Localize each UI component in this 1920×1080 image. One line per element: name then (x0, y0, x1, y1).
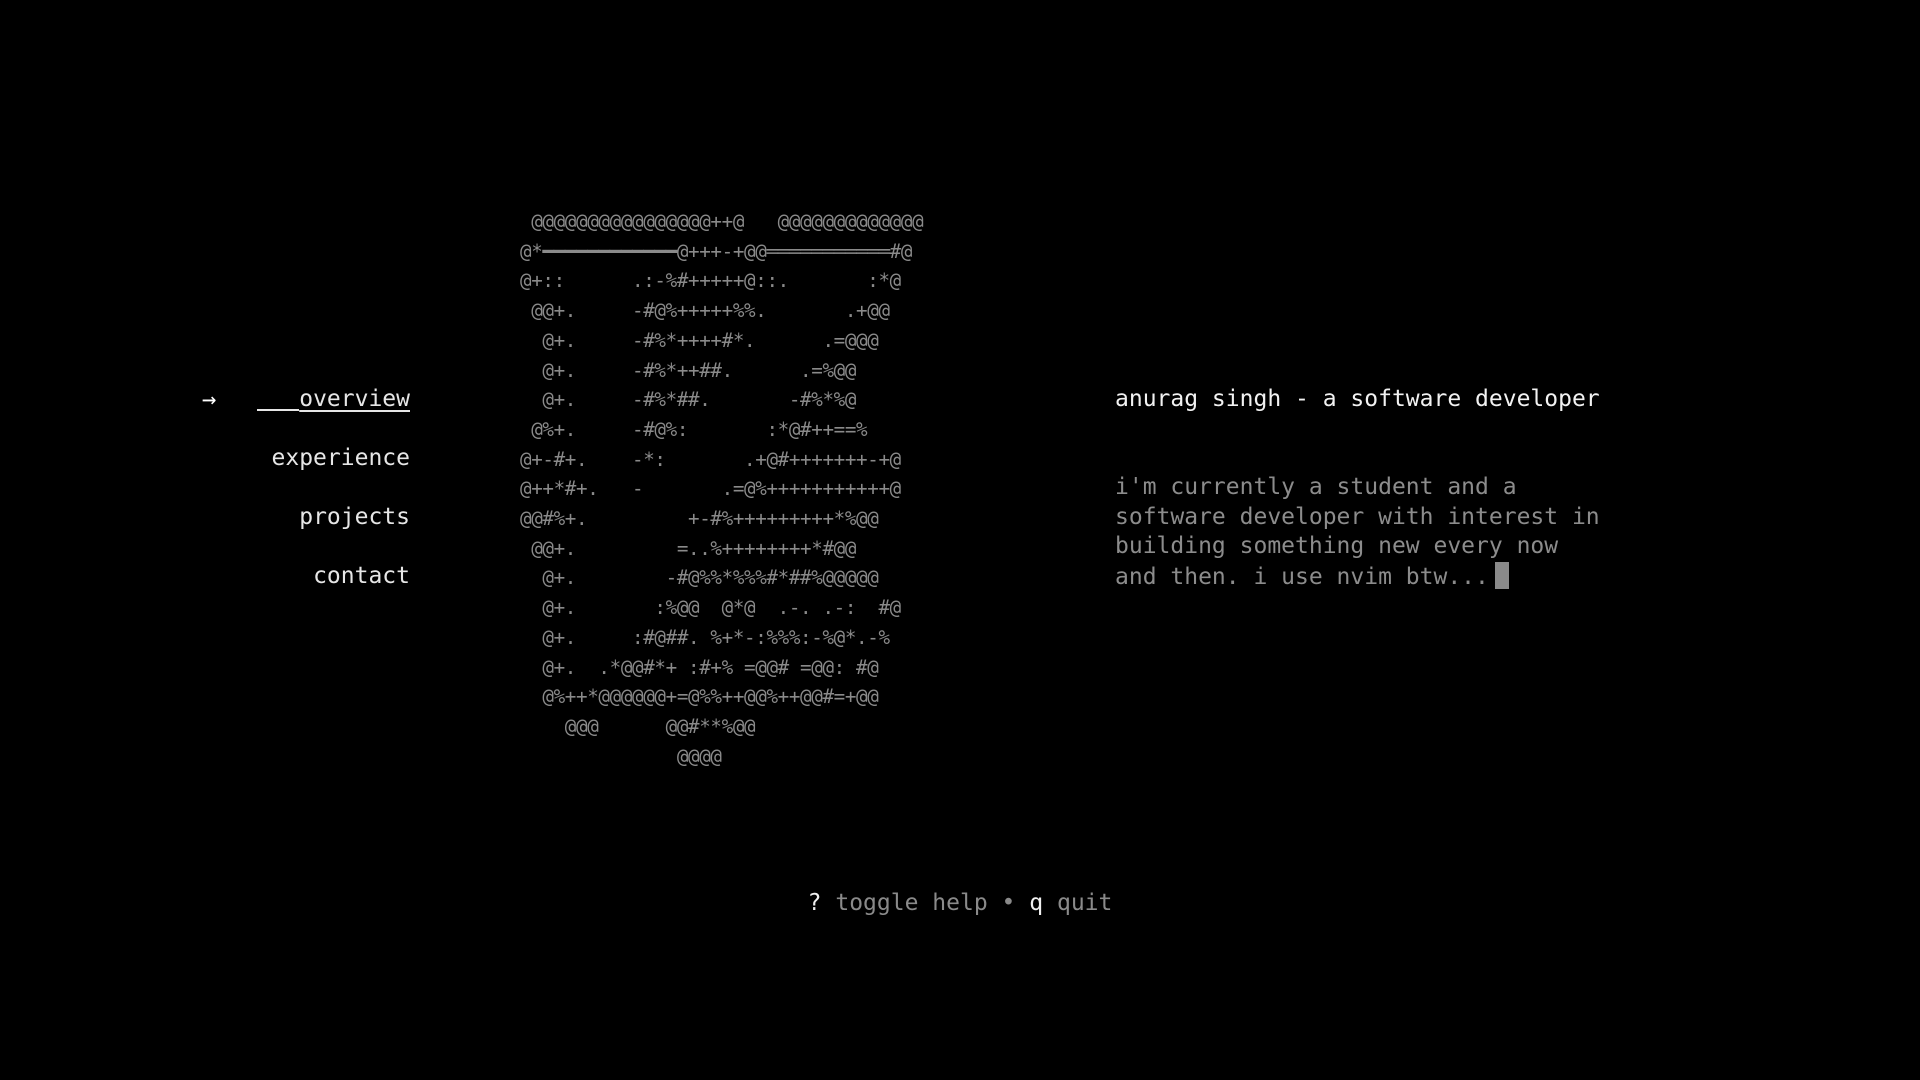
help-separator: • (1001, 890, 1016, 916)
help-bar: ? toggle help • q quit (0, 888, 1920, 918)
help-desc-toggle: toggle help (835, 890, 988, 916)
terminal-screen: → overview experience projects contact @… (0, 0, 1920, 1080)
selection-arrow-icon: → (202, 385, 217, 413)
nav-item-label: overview (257, 386, 410, 412)
about-text-body: i'm currently a student and a software d… (1115, 474, 1600, 590)
ascii-art-portrait: @@@@@@@@@@@@@@@@++@ @@@@@@@@@@@@@ @*━━━━… (520, 210, 924, 768)
underline-lead (257, 409, 300, 411)
nav-item-label: projects (299, 504, 410, 530)
nav-item-overview[interactable]: → overview (190, 370, 410, 429)
about-text: i'm currently a student and a software d… (1115, 473, 1655, 592)
help-key-quit[interactable]: q (1029, 890, 1043, 916)
nav-item-projects[interactable]: projects (190, 488, 410, 547)
nav-item-experience[interactable]: experience (190, 429, 410, 488)
overview-panel: anurag singh - a software developer i'm … (1115, 384, 1655, 592)
nav-item-label: contact (313, 563, 410, 589)
nav-menu: → overview experience projects contact (190, 370, 410, 606)
help-desc-quit: quit (1056, 890, 1113, 916)
page-title: anurag singh - a software developer (1115, 386, 1600, 412)
text-cursor (1494, 561, 1509, 589)
help-key-toggle[interactable]: ? (808, 890, 822, 916)
nav-item-contact[interactable]: contact (190, 547, 410, 606)
nav-item-label: experience (271, 445, 410, 471)
